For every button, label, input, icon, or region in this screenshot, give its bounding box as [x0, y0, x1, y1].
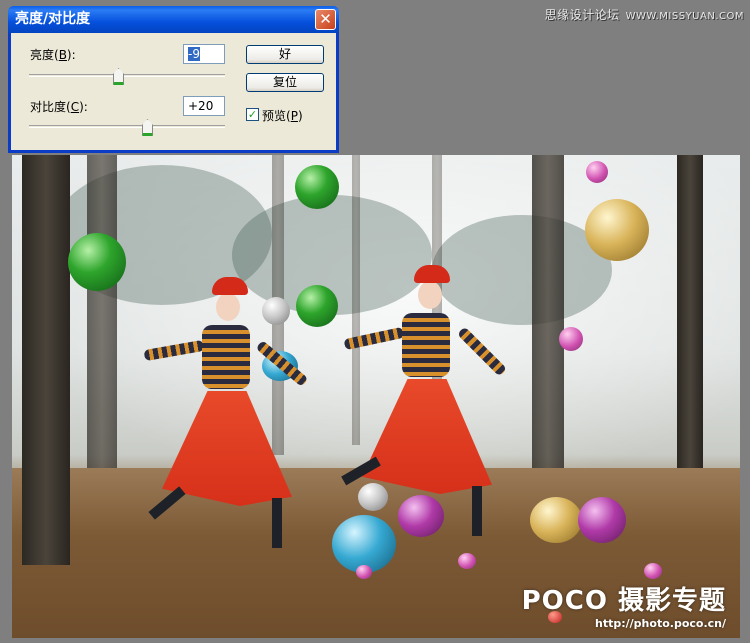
photo-canvas: POCO 摄影专题 http://photo.poco.cn/ [12, 155, 740, 638]
preview-label[interactable]: 预览(P) [262, 107, 303, 124]
contrast-slider-track[interactable] [29, 125, 225, 128]
contrast-input[interactable]: +20 [183, 96, 225, 116]
poco-brand: POCO 摄影专题 [521, 586, 726, 616]
tree-trunk [677, 155, 703, 470]
watermark-url: WWW.MISSYUAN.COM [625, 11, 744, 22]
brightness-slider-thumb[interactable] [113, 68, 124, 85]
silver-ornament [358, 483, 388, 511]
preview-checkbox[interactable]: ✓ [246, 108, 259, 121]
poco-watermark: POCO 摄影专题 http://photo.poco.cn/ [522, 580, 726, 630]
pink-ornament [644, 563, 662, 579]
close-icon: ✕ [319, 10, 332, 28]
brightness-label: 亮度(B): [30, 48, 76, 62]
close-button[interactable]: ✕ [315, 9, 336, 30]
brightness-value: -9 [188, 47, 200, 61]
brightness-contrast-dialog: 亮度/对比度 ✕ 亮度(B): -9 对比度(C): +20 好 复位 ✓ 预览… [8, 6, 339, 153]
pink-ornament [586, 161, 608, 183]
reset-button[interactable]: 复位 [246, 73, 324, 92]
contrast-slider-thumb[interactable] [142, 119, 153, 136]
contrast-label: 对比度(C): [30, 100, 88, 114]
green-ornament [295, 165, 339, 209]
gold-ornament [585, 199, 649, 261]
silver-ornament [262, 297, 290, 325]
purple-ornament [578, 497, 626, 543]
tree-trunk [352, 155, 360, 445]
watermark-site-name: 思缘设计论坛 [544, 8, 620, 22]
pink-ornament [458, 553, 476, 569]
site-watermark: 思缘设计论坛 WWW.MISSYUAN.COM [545, 6, 744, 23]
green-ornament [68, 233, 126, 291]
ok-button[interactable]: 好 [246, 45, 324, 64]
contrast-value: +20 [188, 99, 214, 113]
poco-url: http://photo.poco.cn/ [595, 617, 726, 630]
gold-ornament [530, 497, 582, 543]
dialog-title: 亮度/对比度 [15, 11, 91, 27]
pink-ornament [356, 565, 372, 579]
tree-trunk [22, 155, 70, 565]
brightness-input[interactable]: -9 [183, 44, 225, 64]
check-icon: ✓ [247, 108, 258, 121]
green-ornament [296, 285, 338, 327]
tree-trunk [532, 155, 564, 475]
tree-trunk [87, 155, 117, 515]
pink-ornament [559, 327, 583, 351]
purple-ornament [398, 495, 444, 537]
brightness-slider-track[interactable] [29, 74, 225, 77]
dialog-title-bar[interactable]: 亮度/对比度 ✕ [8, 6, 339, 33]
